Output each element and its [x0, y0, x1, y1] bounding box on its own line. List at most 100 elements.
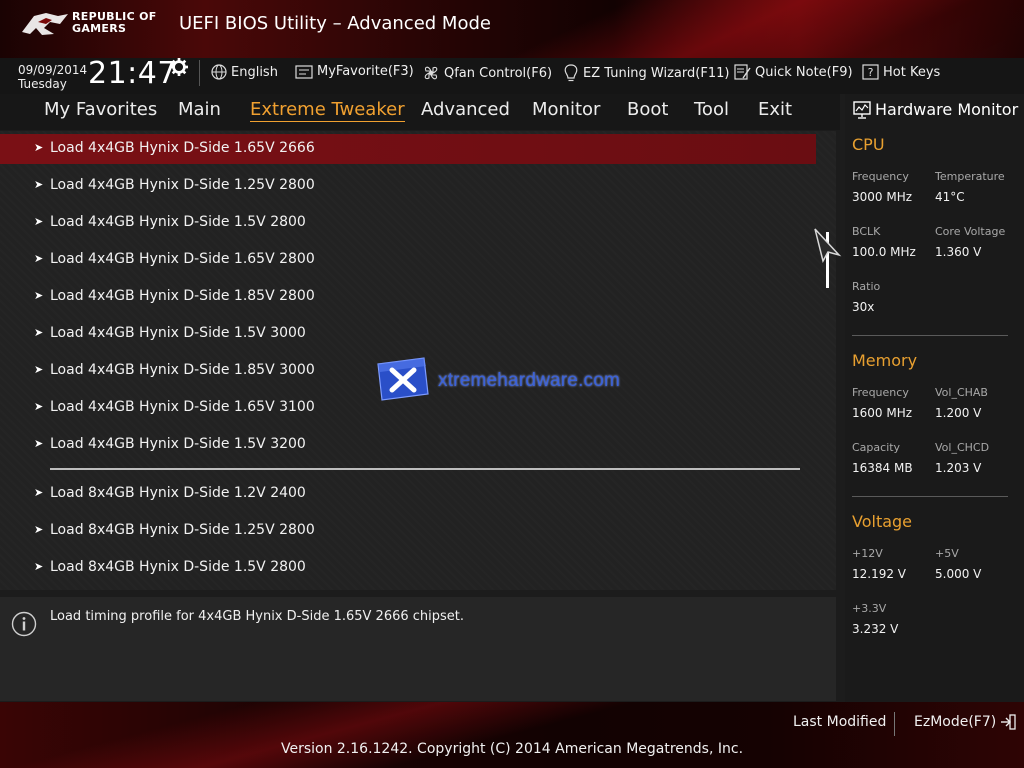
tab-main[interactable]: Main — [178, 99, 221, 120]
tab-my-favorites[interactable]: My Favorites — [44, 99, 157, 120]
gear-icon[interactable] — [170, 58, 188, 76]
tab-monitor[interactable]: Monitor — [532, 99, 600, 120]
arrow-right-icon: ➤ — [34, 252, 44, 265]
list-item[interactable]: ➤ Load 4x4GB Hynix D-Side 1.5V 2800 — [0, 208, 816, 238]
quick-note-button[interactable]: Quick Note(F9) — [734, 64, 853, 80]
footer-bar: Last Modified EzMode(F7) Version 2.16.12… — [0, 702, 1024, 768]
hot-keys-label: Hot Keys — [883, 64, 941, 80]
tab-extreme-tweaker[interactable]: Extreme Tweaker — [250, 99, 405, 122]
list-separator — [50, 468, 800, 470]
status-bar: 09/09/2014 Tuesday 21:47 English MyFavor… — [0, 56, 1024, 94]
mouse-cursor-icon — [814, 228, 842, 263]
hw-divider — [852, 496, 1008, 497]
voltage-3v3-label: +3.3V — [852, 602, 887, 615]
qfan-button[interactable]: Qfan Control(F6) — [422, 64, 552, 82]
globe-icon — [211, 64, 227, 80]
brand-text: REPUBLIC OF GAMERS — [72, 11, 157, 35]
cpu-temperature-label: Temperature — [935, 170, 1005, 183]
cpu-bclk-label: BCLK — [852, 225, 881, 238]
voltage-heading: Voltage — [852, 512, 913, 531]
memory-vol-chab-value: 1.200 V — [935, 406, 982, 420]
arrow-right-icon: ➤ — [34, 289, 44, 302]
list-item-label: Load 4x4GB Hynix D-Side 1.5V 3200 — [50, 436, 306, 452]
voltage-3v3-value: 3.232 V — [852, 622, 899, 636]
memory-vol-chab-label: Vol_CHAB — [935, 386, 988, 399]
list-item[interactable]: ➤ Load 4x4GB Hynix D-Side 1.65V 2666 — [0, 134, 816, 164]
memory-capacity-label: Capacity — [852, 441, 901, 454]
list-item[interactable]: ➤ Load 8x4GB Hynix D-Side 1.5V 2800 — [0, 553, 816, 583]
cpu-heading: CPU — [852, 135, 885, 154]
voltage-5v-label: +5V — [935, 547, 959, 560]
settings-list: ➤ Load 4x4GB Hynix D-Side 1.65V 2666 ➤ L… — [0, 131, 842, 590]
voltage-5v-value: 5.000 V — [935, 567, 982, 581]
last-modified-button[interactable]: Last Modified — [793, 714, 886, 730]
arrow-right-icon: ➤ — [34, 363, 44, 376]
cpu-frequency-value: 3000 MHz — [852, 190, 913, 204]
list-item[interactable]: ➤ Load 4x4GB Hynix D-Side 1.5V 3200 — [0, 430, 816, 460]
hot-keys-button[interactable]: ? Hot Keys — [862, 64, 940, 80]
memory-heading: Memory — [852, 351, 918, 370]
version-text: Version 2.16.1242. Copyright (C) 2014 Am… — [280, 741, 744, 757]
ez-tuning-button[interactable]: EZ Tuning Wizard(F11) — [563, 64, 729, 82]
date-display: 09/09/2014 Tuesday — [18, 63, 87, 91]
list-item-label: Load 4x4GB Hynix D-Side 1.85V 2800 — [50, 288, 315, 304]
date-text: 09/09/2014 — [18, 63, 88, 77]
arrow-right-icon: ➤ — [34, 326, 44, 339]
watermark-logo: xtremehardware.com — [374, 352, 624, 412]
lightbulb-icon — [564, 64, 578, 82]
svg-text:?: ? — [868, 66, 874, 79]
arrow-right-icon: ➤ — [34, 560, 44, 573]
cpu-core-voltage-value: 1.360 V — [935, 245, 982, 259]
myfavorite-label: MyFavorite(F3) — [317, 64, 414, 79]
watermark-text: xtremehardware.com — [438, 370, 621, 391]
hardware-monitor-panel: Hardware Monitor CPU Frequency 3000 MHz … — [845, 94, 1024, 702]
info-icon — [11, 611, 37, 637]
hardware-monitor-title: Hardware Monitor — [853, 100, 1018, 119]
voltage-12v-value: 12.192 V — [852, 567, 907, 581]
main-tabs: My Favorites Main Extreme Tweaker Advanc… — [0, 94, 840, 130]
arrow-right-icon: ➤ — [34, 141, 44, 154]
help-panel: Load timing profile for 4x4GB Hynix D-Si… — [0, 597, 836, 701]
list-item-label: Load 8x4GB Hynix D-Side 1.2V 2400 — [50, 485, 306, 501]
footer-divider — [894, 712, 895, 736]
help-key-icon: ? — [862, 64, 879, 80]
voltage-12v-label: +12V — [852, 547, 883, 560]
qfan-label: Qfan Control(F6) — [444, 65, 553, 81]
list-item-label: Load 4x4GB Hynix D-Side 1.65V 3100 — [50, 399, 315, 415]
hw-divider — [852, 335, 1008, 336]
ezmode-label: EzMode(F7) — [914, 714, 997, 730]
list-item[interactable]: ➤ Load 8x4GB Hynix D-Side 1.25V 2800 — [0, 516, 816, 546]
ezmode-button[interactable]: EzMode(F7) — [914, 714, 1016, 730]
fan-icon — [424, 66, 438, 80]
memory-vol-chcd-label: Vol_CHCD — [935, 441, 990, 454]
cpu-frequency-label: Frequency — [852, 170, 909, 183]
list-item-label: Load 4x4GB Hynix D-Side 1.85V 3000 — [50, 362, 315, 378]
exit-arrow-icon — [1001, 714, 1016, 730]
arrow-right-icon: ➤ — [34, 400, 44, 413]
cpu-bclk-value: 100.0 MHz — [852, 245, 916, 259]
cpu-ratio-label: Ratio — [852, 280, 881, 293]
cpu-ratio-value: 30x — [852, 300, 875, 314]
memory-vol-chcd-value: 1.203 V — [935, 461, 982, 475]
tab-exit[interactable]: Exit — [758, 99, 792, 120]
tab-advanced[interactable]: Advanced — [421, 99, 510, 120]
list-item[interactable]: ➤ Load 8x4GB Hynix D-Side 1.2V 2400 — [0, 479, 816, 509]
arrow-right-icon: ➤ — [34, 178, 44, 191]
list-item[interactable]: ➤ Load 4x4GB Hynix D-Side 1.85V 2800 — [0, 282, 816, 312]
myfavorite-button[interactable]: MyFavorite(F3) — [295, 64, 414, 79]
list-item-label: Load 8x4GB Hynix D-Side 1.25V 2800 — [50, 522, 315, 538]
arrow-right-icon: ➤ — [34, 486, 44, 499]
tab-boot[interactable]: Boot — [627, 99, 668, 120]
tab-tool[interactable]: Tool — [694, 99, 729, 120]
cpu-core-voltage-label: Core Voltage — [935, 225, 1006, 238]
language-button[interactable]: English — [211, 64, 278, 80]
memory-capacity-value: 16384 MB — [852, 461, 913, 475]
monitor-icon — [853, 100, 871, 119]
list-item[interactable]: ➤ Load 4x4GB Hynix D-Side 1.65V 2800 — [0, 245, 816, 275]
note-icon — [734, 64, 751, 80]
arrow-right-icon: ➤ — [34, 523, 44, 536]
language-label: English — [231, 64, 278, 80]
app-title: UEFI BIOS Utility – Advanced Mode — [179, 13, 491, 34]
list-item[interactable]: ➤ Load 4x4GB Hynix D-Side 1.25V 2800 — [0, 171, 816, 201]
list-item[interactable]: ➤ Load 4x4GB Hynix D-Side 1.5V 3000 — [0, 319, 816, 349]
